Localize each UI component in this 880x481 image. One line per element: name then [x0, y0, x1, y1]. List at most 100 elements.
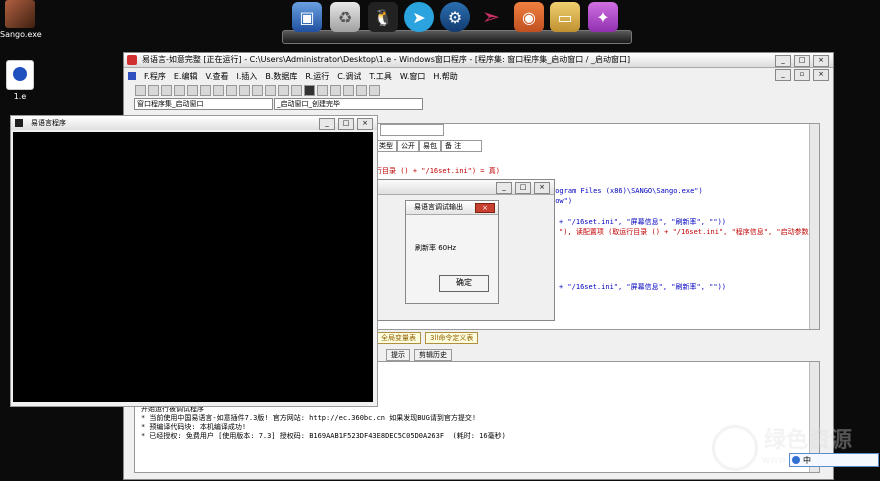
log-line: * 当前使用中国易语言-如意插件7.3版! 官方网站: http://ec.36…: [141, 414, 477, 422]
variable-table-header: 类型 公开 易包 备 注: [375, 140, 483, 152]
desktop-icon-sango[interactable]: Sango.exe: [0, 0, 42, 39]
code-tabs: 全局变量表 3ll命令定义表: [376, 332, 479, 344]
step-over-icon[interactable]: [330, 85, 341, 96]
console-titlebar: 易语言程序 _ □ ×: [11, 116, 377, 130]
ide-titlebar: 易语言-如意完整 [正在运行] - C:\Users\Administrator…: [124, 53, 833, 68]
ime-mode[interactable]: 中: [803, 455, 811, 466]
col-public: 公开: [397, 140, 419, 152]
menu-window[interactable]: W.窗口: [400, 71, 426, 82]
step-icon[interactable]: [317, 85, 328, 96]
code-line: 行目录 () + "/16set.ini") = 真): [375, 167, 500, 175]
e-file-icon: [6, 60, 34, 90]
mdi-close-button[interactable]: ×: [813, 69, 829, 81]
log-line: * 预编译代码块: 本机编译成功!: [141, 423, 247, 431]
sango-app-icon: [5, 0, 35, 28]
ime-logo-icon: [792, 456, 800, 464]
maximize-button[interactable]: □: [515, 182, 531, 194]
disk-icon[interactable]: ◉: [514, 2, 544, 32]
minimize-button[interactable]: _: [496, 182, 512, 194]
run-icon[interactable]: [291, 85, 302, 96]
console-output[interactable]: [13, 132, 373, 402]
log-line: * 已经授权: 免费用户 [使用版本: 7.3] 授权码: B169AAB1F5…: [141, 432, 506, 440]
ide-app-icon: [127, 55, 137, 65]
method-selector-value: _启动窗口_创建完毕: [277, 100, 340, 108]
maximize-button[interactable]: □: [338, 118, 354, 130]
table-header-empty: [380, 124, 444, 136]
class-selector-value: 窗口程序集_启动窗口: [137, 100, 204, 108]
align-icon[interactable]: [278, 85, 289, 96]
mdi-minimize-button[interactable]: _: [775, 69, 791, 81]
minimize-button[interactable]: _: [319, 118, 335, 130]
telegram-icon[interactable]: ➤: [404, 2, 434, 32]
computer-icon[interactable]: ▣: [292, 2, 322, 32]
ime-toolbar[interactable]: 中: [789, 453, 879, 467]
tab-dll-commands[interactable]: 3ll命令定义表: [425, 332, 479, 344]
layout-icon[interactable]: [252, 85, 263, 96]
menu-database[interactable]: B.数据库: [265, 71, 297, 82]
small-window-titlebar: _ □ ×: [371, 180, 554, 195]
code-line: rogram Files (x86)\SANGO\Sango.exe"): [551, 187, 703, 195]
ok-button[interactable]: 确定: [439, 275, 489, 292]
dock: ▣ ♻ 🐧 ➤ ⚙ ➣ ◉ ▭ ✦: [278, 0, 634, 40]
send-icon[interactable]: ➣: [476, 2, 506, 32]
desktop-icon-label: 1.e: [13, 92, 27, 101]
dialog-message: 刷新率 60Hz: [415, 244, 457, 252]
recycle-bin-icon[interactable]: ♻: [330, 2, 360, 32]
menu-view[interactable]: V.查看: [205, 71, 228, 82]
menu-insert[interactable]: I.插入: [236, 71, 257, 82]
close-button[interactable]: ×: [813, 55, 829, 67]
class-selector[interactable]: 窗口程序集_启动窗口: [134, 98, 273, 110]
console-app-icon: [15, 119, 23, 127]
undo-icon[interactable]: [213, 85, 224, 96]
maximize-button[interactable]: □: [794, 55, 810, 67]
console-title: 易语言程序: [31, 119, 66, 127]
col-remark: 备 注: [441, 140, 483, 152]
folder-icon[interactable]: ▭: [550, 2, 580, 32]
tab-global-vars[interactable]: 全局变量表: [376, 332, 421, 344]
dialog-close-button[interactable]: ×: [475, 203, 495, 213]
minimize-button[interactable]: _: [775, 55, 791, 67]
grid-icon[interactable]: [265, 85, 276, 96]
col-easy-pack: 易包: [419, 140, 441, 152]
desktop-icon-file[interactable]: 1.e: [0, 60, 40, 101]
menu-run[interactable]: R.运行: [305, 71, 329, 82]
close-button[interactable]: ×: [534, 182, 550, 194]
redo-icon[interactable]: [226, 85, 237, 96]
find-icon[interactable]: [239, 85, 250, 96]
steam-icon[interactable]: ⚙: [440, 2, 470, 32]
save-icon[interactable]: [161, 85, 172, 96]
ide-title: 易语言-如意完整 [正在运行] - C:\Users\Administrator…: [142, 55, 631, 64]
cut-icon[interactable]: [174, 85, 185, 96]
console-window: 易语言程序 _ □ ×: [10, 115, 378, 407]
menu-debug[interactable]: C.调试: [337, 71, 361, 82]
search-icon[interactable]: [369, 85, 380, 96]
mdi-restore-button[interactable]: ▫: [794, 69, 810, 81]
method-selector[interactable]: _启动窗口_创建完毕: [274, 98, 423, 110]
code-line: + "/16set.ini", "屏幕信息", "刷新率", "")): [559, 283, 727, 291]
code-line: + "/16set.ini", "屏幕信息", "刷新率", "")): [559, 218, 727, 226]
menu-app-icon: [128, 72, 136, 80]
tab-hint[interactable]: 提示: [386, 349, 410, 361]
new-icon[interactable]: [135, 85, 146, 96]
desktop-icon-label: Sango.exe: [0, 30, 42, 39]
dialog-title: 易语言调试输出: [414, 203, 463, 211]
ide-menubar: F.程序 E.编辑 V.查看 I.插入 B.数据库 R.运行 C.调试 T.工具…: [124, 68, 833, 84]
code-line: "), 读配置项 (取运行目录 () + "/16set.ini", "程序信息…: [559, 228, 813, 236]
menu-program[interactable]: F.程序: [144, 71, 166, 82]
tab-clip-history[interactable]: 剪辑历史: [414, 349, 452, 361]
copy-icon[interactable]: [187, 85, 198, 96]
close-button[interactable]: ×: [357, 118, 373, 130]
qq-icon[interactable]: 🐧: [368, 2, 398, 32]
menu-edit[interactable]: E.编辑: [174, 71, 198, 82]
open-icon[interactable]: [148, 85, 159, 96]
paste-icon[interactable]: [200, 85, 211, 96]
breakpoint-icon[interactable]: [343, 85, 354, 96]
menu-tools[interactable]: T.工具: [369, 71, 391, 82]
stop-icon[interactable]: [304, 85, 315, 96]
dialog-titlebar: 易语言调试输出 ×: [406, 201, 498, 215]
menu-help[interactable]: H.帮助: [433, 71, 457, 82]
tools-icon[interactable]: ✦: [588, 2, 618, 32]
code-scrollbar[interactable]: [809, 124, 819, 329]
message-dialog: 易语言调试输出 × 刷新率 60Hz 确定: [405, 200, 499, 304]
hand-icon[interactable]: [356, 85, 367, 96]
